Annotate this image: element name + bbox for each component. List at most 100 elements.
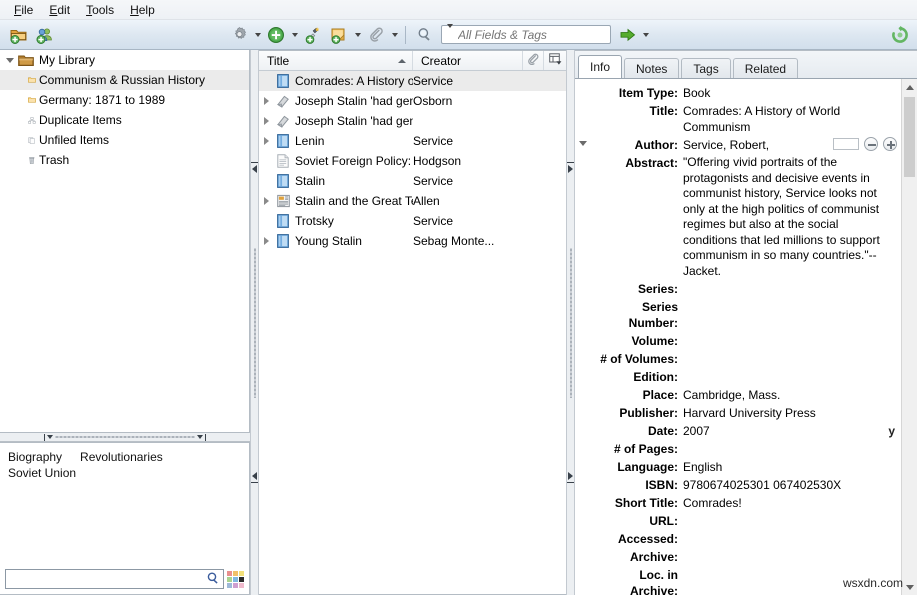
- new-group-button[interactable]: [32, 23, 58, 47]
- tab-tags[interactable]: Tags: [681, 58, 730, 78]
- tab-label: Tags: [693, 62, 718, 76]
- sync-button[interactable]: [888, 23, 912, 47]
- sidebar-item-trash[interactable]: Trash: [0, 150, 249, 170]
- column-header-title[interactable]: Title: [259, 51, 413, 70]
- field-value[interactable]: [683, 369, 901, 385]
- sidebar-item-germany[interactable]: Germany: 1871 to 1989: [0, 90, 249, 110]
- table-row[interactable]: Young Stalin Sebag Monte...: [259, 231, 566, 251]
- tag-item[interactable]: Soviet Union: [8, 465, 76, 481]
- table-row[interactable]: Comrades: A History of W... Service: [259, 71, 566, 91]
- scrollbar-thumb[interactable]: [904, 97, 915, 177]
- field-value[interactable]: [683, 299, 901, 315]
- table-row[interactable]: Stalin Service: [259, 171, 566, 191]
- tag-filter-input[interactable]: [9, 572, 206, 586]
- info-pane-scrollbar[interactable]: [901, 79, 917, 595]
- twisty-spacer: [575, 567, 591, 571]
- collapse-down-icon[interactable]: [197, 435, 203, 439]
- field-value[interactable]: [683, 513, 901, 529]
- column-header-attachments[interactable]: [523, 51, 544, 70]
- twisty-collapsed[interactable]: [259, 117, 273, 125]
- new-item-button[interactable]: [263, 23, 289, 47]
- actions-button[interactable]: [226, 23, 252, 47]
- table-row[interactable]: Soviet Foreign Policy: Men... Hodgson: [259, 151, 566, 171]
- collections-tree[interactable]: My Library Communism & Russian History: [0, 50, 250, 433]
- table-row[interactable]: Joseph Stalin 'had generati... Osborn: [259, 91, 566, 111]
- field-value[interactable]: Service, Robert,: [683, 137, 833, 153]
- sidebar-item-communism-russian-history[interactable]: Communism & Russian History: [0, 70, 249, 90]
- advanced-search-button[interactable]: [411, 23, 437, 47]
- color-palette-icon[interactable]: [227, 571, 244, 588]
- field-value[interactable]: [683, 549, 901, 565]
- twisty-collapsed[interactable]: [259, 137, 273, 145]
- tag-item[interactable]: Biography: [8, 449, 62, 465]
- add-attachment-dropdown[interactable]: [389, 23, 400, 47]
- creator-type-dropdown[interactable]: [575, 137, 591, 146]
- table-row[interactable]: Trotsky Service: [259, 211, 566, 231]
- tab-related[interactable]: Related: [733, 58, 798, 78]
- twisty-collapsed[interactable]: [259, 97, 273, 105]
- menu-file[interactable]: File: [6, 2, 41, 18]
- menu-edit[interactable]: Edit: [41, 2, 78, 18]
- column-picker-button[interactable]: [544, 51, 566, 70]
- collections-tags-splitter[interactable]: [0, 433, 250, 442]
- twisty-collapsed[interactable]: [259, 237, 273, 245]
- field-value[interactable]: [683, 351, 901, 367]
- table-row[interactable]: Joseph Stalin 'had generati...: [259, 111, 566, 131]
- tag-item[interactable]: Revolutionaries: [80, 449, 163, 465]
- search-input[interactable]: [458, 28, 615, 42]
- tab-info[interactable]: Info: [578, 55, 622, 78]
- add-by-identifier-button[interactable]: [300, 23, 326, 47]
- twisty-collapsed[interactable]: [259, 197, 273, 205]
- field-value[interactable]: [683, 281, 901, 297]
- add-creator-button[interactable]: [883, 137, 897, 151]
- menu-help[interactable]: Help: [122, 2, 163, 18]
- field-value[interactable]: English: [683, 459, 901, 475]
- sidebar-item-duplicate-items[interactable]: Duplicate Items: [0, 110, 249, 130]
- collapse-down-icon[interactable]: [47, 435, 53, 439]
- collapse-left-control[interactable]: [251, 162, 258, 173]
- search-go-dropdown[interactable]: [640, 23, 651, 47]
- field-value[interactable]: 9780674025301 067402530X: [683, 477, 901, 493]
- new-collection-button[interactable]: [6, 23, 32, 47]
- creator-switch-mode-box[interactable]: [833, 138, 859, 150]
- field-value[interactable]: Book: [683, 85, 901, 101]
- new-note-button[interactable]: [326, 23, 352, 47]
- sidebar-item-my-library[interactable]: My Library: [0, 50, 249, 70]
- actions-dropdown[interactable]: [252, 23, 263, 47]
- table-row[interactable]: Lenin Service: [259, 131, 566, 151]
- field-title: Title: Comrades: A History of World Comm…: [575, 102, 901, 136]
- sidebar-item-unfiled-items[interactable]: Unfiled Items: [0, 130, 249, 150]
- new-item-dropdown[interactable]: [289, 23, 300, 47]
- search-mode-dropdown[interactable]: [447, 28, 453, 42]
- field-value[interactable]: Harvard University Press: [683, 405, 901, 421]
- remove-creator-button[interactable]: [864, 137, 878, 151]
- field-value[interactable]: [683, 333, 901, 349]
- tab-notes[interactable]: Notes: [624, 58, 679, 78]
- field-value[interactable]: Comrades: A History of World Communism: [683, 103, 901, 135]
- field-value[interactable]: [683, 531, 901, 547]
- collapse-left-control-bottom[interactable]: [251, 472, 258, 483]
- new-note-dropdown[interactable]: [352, 23, 363, 47]
- left-column: My Library Communism & Russian History: [0, 50, 250, 595]
- add-attachment-button[interactable]: [363, 23, 389, 47]
- collections-items-splitter[interactable]: [250, 50, 259, 595]
- menu-tools[interactable]: Tools: [78, 2, 122, 18]
- twisty-expanded[interactable]: [4, 58, 16, 63]
- search-go-button[interactable]: [620, 28, 636, 42]
- column-header-creator[interactable]: Creator: [413, 51, 523, 70]
- collapse-right-control[interactable]: [567, 162, 574, 173]
- field-value[interactable]: Cambridge, Mass.: [683, 387, 901, 403]
- field-value[interactable]: "Offering vivid portraits of the protago…: [683, 155, 901, 279]
- tag-filter-box[interactable]: [5, 569, 224, 589]
- collapse-right-control-bottom[interactable]: [567, 472, 574, 483]
- items-list[interactable]: Comrades: A History of W... Service Jose…: [259, 71, 566, 594]
- library-icon: [16, 54, 36, 67]
- scroll-up-button[interactable]: [902, 79, 917, 95]
- scroll-down-button[interactable]: [902, 579, 917, 595]
- field-value[interactable]: [683, 441, 901, 457]
- field-value[interactable]: Comrades!: [683, 495, 901, 511]
- items-info-splitter[interactable]: [566, 50, 575, 595]
- table-row[interactable]: Stalin and the Great Terror... Allen: [259, 191, 566, 211]
- quick-search-box[interactable]: [441, 25, 611, 44]
- field-value[interactable]: 2007: [683, 423, 888, 439]
